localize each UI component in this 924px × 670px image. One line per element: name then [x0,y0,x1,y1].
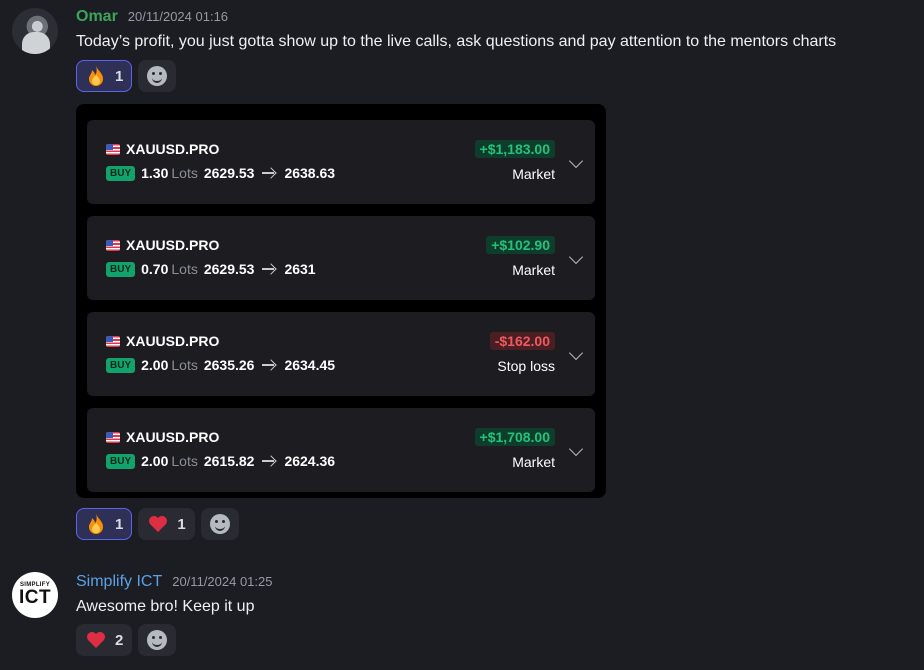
lots-label: Lots [171,165,198,181]
message-text: Awesome bro! Keep it up [76,598,255,615]
reaction-bar: 2 [76,624,177,656]
close-type: Market [512,262,555,278]
close-price: 2634.45 [284,357,336,373]
lots-value: 2.00 [141,357,169,373]
open-price: 2629.53 [203,261,255,277]
open-price: 2635.26 [203,357,255,373]
chevron-down-icon[interactable] [568,441,584,457]
close-type: Market [512,454,555,470]
fire-icon [85,513,107,535]
reaction-count: 2 [115,631,124,649]
lots-label: Lots [171,261,198,277]
close-price: 2638.63 [284,165,336,181]
smiley-icon [147,66,168,86]
pnl-badge: +$102.90 [486,236,555,254]
symbol-name: XAUUSD.PRO [126,237,220,253]
message-header: Simplify ICT 20/11/2024 01:25 [76,573,272,591]
symbol-name: XAUUSD.PRO [126,333,220,349]
arrow-right-icon [262,359,276,371]
pnl-badge: +$1,183.00 [474,140,555,158]
close-type: Market [512,166,555,182]
trade-card[interactable]: XAUUSD.PRO BUY 1.30 Lots 2629.53 2638.63… [87,120,595,204]
us-flag-icon [106,431,120,443]
side-badge: BUY [106,453,136,469]
heart-icon [85,629,107,651]
symbol-name: XAUUSD.PRO [126,141,220,157]
add-reaction-button[interactable] [138,60,177,92]
arrow-right-icon [262,455,276,467]
heart-icon [147,513,169,535]
trade-symbol: XAUUSD.PRO [106,237,219,253]
avatar-logo-big: ICT [18,587,52,608]
trade-symbol: XAUUSD.PRO [106,333,219,349]
us-flag-icon [106,143,120,155]
trade-card[interactable]: XAUUSD.PRO BUY 2.00 Lots 2615.82 2624.36… [87,408,595,492]
fire-icon [85,65,107,87]
trade-details: BUY 2.00 Lots 2635.26 2634.45 [106,357,335,373]
trade-card[interactable]: XAUUSD.PRO BUY 2.00 Lots 2635.26 2634.45… [87,312,595,396]
timestamp: 20/11/2024 01:16 [127,9,229,24]
avatar[interactable] [12,8,58,54]
reaction-bar: 1 1 [76,508,239,540]
close-type: Stop loss [497,358,555,374]
lots-label: Lots [171,357,198,373]
chevron-down-icon[interactable] [568,249,584,265]
side-badge: BUY [106,357,136,373]
reaction-bar: 1 [76,60,177,92]
lots-value: 0.70 [141,261,169,277]
author-name[interactable]: Omar [76,8,118,26]
arrow-right-icon [262,263,276,275]
close-price: 2631 [284,261,316,277]
lots-value: 2.00 [141,453,169,469]
reaction-fire[interactable]: 1 [76,60,133,92]
smiley-icon [209,514,230,534]
reaction-heart[interactable]: 2 [76,624,133,656]
message-omar: Omar 20/11/2024 01:16 Today’s profit, yo… [0,0,924,540]
message-simplify-ict: SIMPLIFY ICT Simplify ICT 20/11/2024 01:… [0,566,924,666]
smiley-icon [147,630,168,650]
side-badge: BUY [106,261,136,277]
reaction-heart[interactable]: 1 [138,508,195,540]
pnl-badge: +$1,708.00 [474,428,555,446]
reaction-count: 1 [115,67,124,85]
reaction-fire[interactable]: 1 [76,508,133,540]
arrow-right-icon [262,167,276,179]
trade-card[interactable]: XAUUSD.PRO BUY 0.70 Lots 2629.53 2631 +$… [87,216,595,300]
open-price: 2615.82 [203,453,255,469]
lots-value: 1.30 [141,165,169,181]
pnl-badge: -$162.00 [489,332,555,350]
trade-details: BUY 0.70 Lots 2629.53 2631 [106,261,316,277]
us-flag-icon [106,335,120,347]
timestamp: 20/11/2024 01:25 [172,574,273,589]
chevron-down-icon[interactable] [568,345,584,361]
open-price: 2629.53 [203,165,255,181]
us-flag-icon [106,239,120,251]
add-reaction-button[interactable] [138,624,177,656]
symbol-name: XAUUSD.PRO [126,429,220,445]
add-reaction-button[interactable] [200,508,239,540]
message-header: Omar 20/11/2024 01:16 [76,8,228,26]
avatar[interactable]: SIMPLIFY ICT [12,572,58,618]
reaction-count: 1 [177,515,186,533]
close-price: 2624.36 [284,453,336,469]
trade-symbol: XAUUSD.PRO [106,141,219,157]
reaction-count: 1 [115,515,124,533]
side-badge: BUY [106,165,136,181]
trade-symbol: XAUUSD.PRO [106,429,219,445]
lots-label: Lots [171,453,198,469]
trade-embed: XAUUSD.PRO BUY 1.30 Lots 2629.53 2638.63… [76,104,606,498]
message-text: Today’s profit, you just gotta show up t… [76,33,837,50]
author-name[interactable]: Simplify ICT [76,573,162,591]
chevron-down-icon[interactable] [568,153,584,169]
trade-details: BUY 2.00 Lots 2615.82 2624.36 [106,453,335,469]
trade-details: BUY 1.30 Lots 2629.53 2638.63 [106,165,335,181]
